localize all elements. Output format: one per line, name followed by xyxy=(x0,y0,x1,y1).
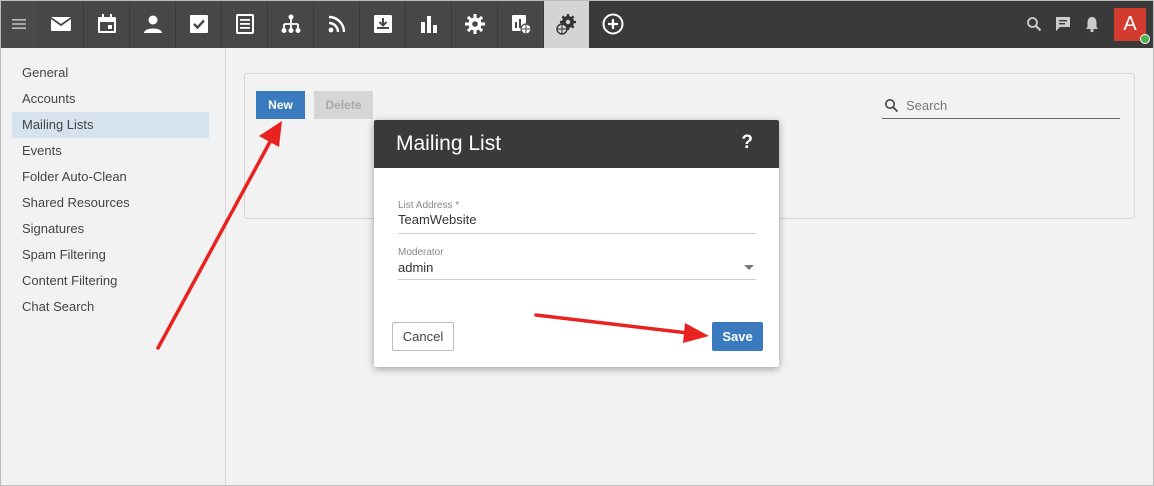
settings-sidebar: General Accounts Mailing Lists Events Fo… xyxy=(0,48,226,486)
app-tasks[interactable] xyxy=(176,0,221,48)
menu-button[interactable] xyxy=(0,0,38,48)
sitemap-icon xyxy=(281,14,300,33)
sidebar-item-mailing-lists[interactable]: Mailing Lists xyxy=(12,112,209,138)
gear-icon xyxy=(464,14,485,34)
moderator-select[interactable]: admin xyxy=(398,260,433,275)
bar-chart-icon xyxy=(420,16,437,33)
sidebar-item-events[interactable]: Events xyxy=(12,138,209,164)
tasks-icon xyxy=(189,15,208,33)
chevron-down-icon[interactable] xyxy=(744,265,754,270)
app-launcher xyxy=(38,0,636,48)
sidebar-item-folder-auto-clean[interactable]: Folder Auto-Clean xyxy=(12,164,209,190)
app-sitemap[interactable] xyxy=(268,0,313,48)
top-navigation-bar: A xyxy=(0,0,1154,48)
app-contacts[interactable] xyxy=(130,0,175,48)
hamburger-icon xyxy=(12,19,26,29)
dialog-title: Mailing List xyxy=(396,132,502,155)
new-button[interactable]: New xyxy=(256,91,305,119)
app-rss[interactable] xyxy=(314,0,359,48)
cancel-button[interactable]: Cancel xyxy=(392,322,454,351)
sidebar-item-accounts[interactable]: Accounts xyxy=(12,86,209,112)
sidebar-item-spam-filtering[interactable]: Spam Filtering xyxy=(12,242,209,268)
mail-icon xyxy=(49,17,72,31)
globe-gear-icon xyxy=(555,14,576,35)
avatar-letter: A xyxy=(1123,12,1137,35)
list-address-label: List Address * xyxy=(398,200,460,211)
app-notes[interactable] xyxy=(222,0,267,48)
calendar-icon xyxy=(97,14,116,33)
app-reports[interactable] xyxy=(406,0,451,48)
help-button[interactable]: ? xyxy=(741,132,753,154)
delete-button[interactable]: Delete xyxy=(314,91,373,119)
chat-button[interactable] xyxy=(1048,0,1077,48)
app-calendar[interactable] xyxy=(84,0,129,48)
dialog-header: Mailing List ? xyxy=(374,120,779,168)
report-globe-icon xyxy=(511,15,532,35)
sidebar-item-chat-search[interactable]: Chat Search xyxy=(12,294,209,320)
app-downloads[interactable] xyxy=(360,0,405,48)
app-mail[interactable] xyxy=(38,0,83,48)
moderator-underline xyxy=(398,279,756,280)
mailing-list-dialog: Mailing List ? List Address * TeamWebsit… xyxy=(374,120,779,367)
sidebar-item-general[interactable]: General xyxy=(12,60,209,86)
app-domain-reports[interactable] xyxy=(498,0,543,48)
bell-icon xyxy=(1085,17,1098,33)
list-address-field[interactable]: TeamWebsite xyxy=(398,212,477,227)
contacts-icon xyxy=(143,15,162,33)
notes-icon xyxy=(235,14,254,34)
search-icon xyxy=(1026,17,1041,32)
app-domain-settings[interactable] xyxy=(544,0,589,48)
user-avatar[interactable]: A xyxy=(1114,7,1150,44)
chat-icon xyxy=(1055,17,1070,31)
notifications-button[interactable] xyxy=(1077,0,1106,48)
sidebar-item-content-filtering[interactable]: Content Filtering xyxy=(12,268,209,294)
app-add[interactable] xyxy=(590,0,635,48)
list-address-underline xyxy=(398,233,756,234)
rss-icon xyxy=(328,15,345,33)
online-status-dot xyxy=(1140,33,1150,44)
sidebar-item-signatures[interactable]: Signatures xyxy=(12,216,209,242)
topbar-actions: A xyxy=(1019,0,1154,48)
search-button[interactable] xyxy=(1019,0,1048,48)
search-icon xyxy=(885,98,899,112)
save-button[interactable]: Save xyxy=(712,322,763,351)
download-box-icon xyxy=(373,15,392,33)
sidebar-item-shared-resources[interactable]: Shared Resources xyxy=(12,190,209,216)
moderator-label: Moderator xyxy=(398,247,444,258)
search-input[interactable] xyxy=(906,97,1106,113)
add-circle-icon xyxy=(602,13,623,35)
search-box xyxy=(882,92,1120,119)
app-settings[interactable] xyxy=(452,0,497,48)
